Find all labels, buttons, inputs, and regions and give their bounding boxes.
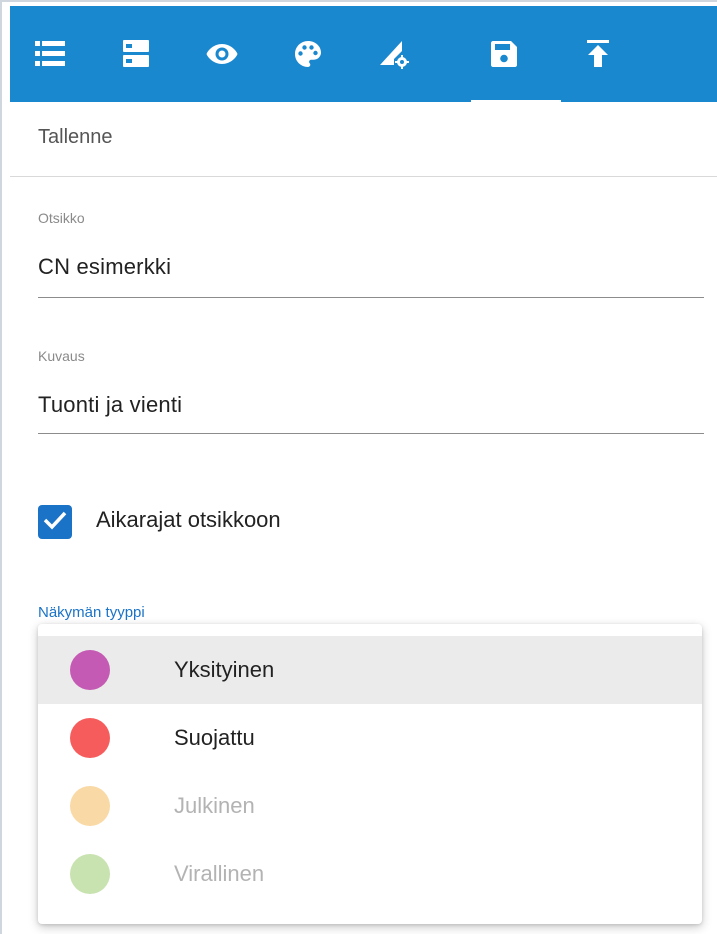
option-label: Julkinen	[174, 793, 255, 818]
option-suojattu[interactable]: Suojattu	[38, 704, 702, 772]
color-dot-icon	[70, 718, 110, 758]
tab-publish[interactable]	[570, 6, 626, 102]
eye-icon	[206, 43, 238, 65]
section-title: Tallenne	[38, 126, 113, 148]
title-field-underline	[38, 297, 704, 298]
time-limits-checkbox[interactable]	[38, 505, 72, 539]
palette-icon	[294, 40, 322, 68]
option-julkinen: Julkinen	[38, 772, 702, 840]
time-limits-checkbox-label[interactable]: Aikarajat otsikkoon	[96, 507, 281, 533]
save-icon	[491, 41, 517, 67]
server-icon	[123, 40, 149, 68]
option-label: Virallinen	[174, 861, 265, 886]
tab-list[interactable]	[22, 6, 78, 102]
active-tab-indicator	[471, 100, 561, 104]
list-icon	[35, 41, 65, 67]
view-type-label: Näkymän tyyppi	[38, 604, 145, 621]
toolbar	[10, 6, 717, 104]
view-type-dropdown: Yksityinen Suojattu Julkinen Virallinen	[38, 624, 702, 924]
option-label: Suojattu	[174, 725, 255, 750]
divider	[10, 176, 717, 177]
option-label: Yksityinen	[174, 657, 275, 682]
checkmark-icon	[43, 510, 67, 535]
tab-visibility[interactable]	[194, 6, 250, 102]
tab-data-settings[interactable]	[366, 6, 422, 102]
color-dot-icon	[70, 854, 110, 894]
panel: Tallenne Otsikko CN esimerkki Kuvaus Tuo…	[0, 0, 717, 934]
tab-save[interactable]	[476, 6, 532, 102]
option-yksityinen[interactable]: Yksityinen	[38, 636, 702, 704]
description-field[interactable]: Tuonti ja vienti	[38, 392, 182, 418]
tab-layers[interactable]	[108, 6, 164, 102]
upload-icon	[587, 40, 609, 68]
description-field-label: Kuvaus	[38, 348, 85, 364]
tab-style[interactable]	[280, 6, 336, 102]
title-field[interactable]: CN esimerkki	[38, 254, 171, 280]
title-field-label: Otsikko	[38, 210, 85, 226]
option-virallinen: Virallinen	[38, 840, 702, 908]
signal-settings-icon	[378, 39, 410, 69]
color-dot-icon	[70, 786, 110, 826]
description-field-underline	[38, 433, 704, 434]
color-dot-icon	[70, 650, 110, 690]
